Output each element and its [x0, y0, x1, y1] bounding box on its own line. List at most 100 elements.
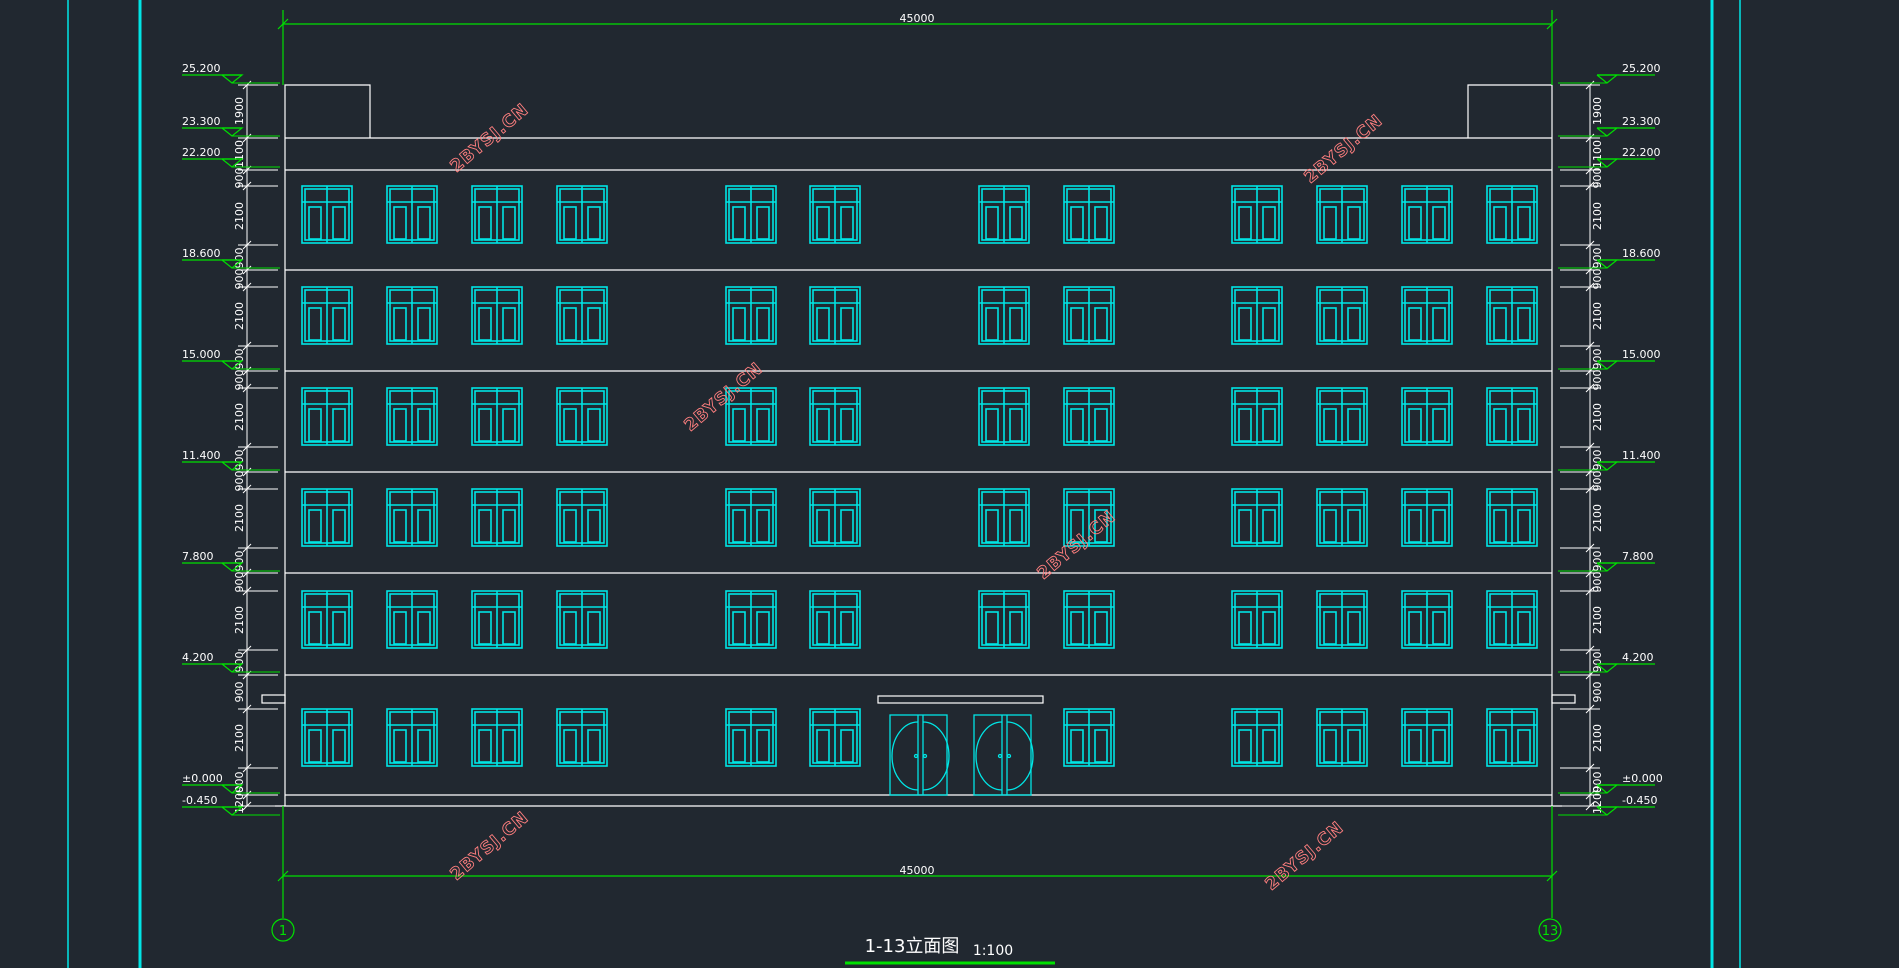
right-roof-structure [1467, 84, 1553, 138]
level-mark: 4.200 [1558, 651, 1655, 673]
level-mark: 15.000 [182, 348, 280, 370]
level-mark: 23.300 [1558, 115, 1661, 137]
window [1401, 488, 1453, 547]
window [386, 387, 438, 446]
window [725, 708, 777, 767]
segment-dimension: 900 [1591, 682, 1604, 703]
window [978, 387, 1030, 446]
window [471, 286, 523, 345]
window [1401, 387, 1453, 446]
level-mark: 7.800 [182, 550, 280, 572]
segment-dimension: 900 [233, 269, 246, 290]
level-mark: 25.200 [1558, 62, 1661, 84]
window [1401, 286, 1453, 345]
segment-dimension: 900 [1591, 572, 1604, 593]
window [1401, 708, 1453, 767]
window [386, 708, 438, 767]
window [471, 387, 523, 446]
window [556, 387, 608, 446]
window [301, 590, 353, 649]
segment-dimension: 2100 [233, 504, 246, 532]
window [556, 185, 608, 244]
window [386, 286, 438, 345]
window [1231, 387, 1283, 446]
window [301, 708, 353, 767]
window [556, 488, 608, 547]
level-label: 4.200 [1622, 651, 1654, 664]
level-mark: 15.000 [1558, 348, 1661, 370]
window [556, 286, 608, 345]
window [1231, 185, 1283, 244]
level-label: 22.200 [1622, 146, 1661, 159]
window [809, 387, 861, 446]
level-mark: 11.400 [182, 449, 280, 471]
segment-dimension: 2100 [233, 724, 246, 752]
segment-dimension: 2100 [1591, 504, 1604, 532]
window [1063, 708, 1115, 767]
door-right [973, 714, 1034, 796]
window [809, 590, 861, 649]
window [809, 286, 861, 345]
window [1063, 185, 1115, 244]
window [386, 590, 438, 649]
segment-dimension: 2100 [233, 202, 246, 230]
right-dimension-chain: 1900110090021009009002100900900210090090… [1560, 80, 1604, 814]
level-mark: 22.200 [182, 146, 280, 168]
window [301, 185, 353, 244]
level-mark: 11.400 [1558, 449, 1661, 471]
level-mark: -0.450 [182, 794, 280, 816]
window [809, 708, 861, 767]
overall-dimension-top: 45000 [900, 12, 935, 25]
overall-dimension-bottom: 45000 [900, 864, 935, 877]
watermark: 2BYSJ.CN [447, 808, 533, 885]
level-label: 7.800 [182, 550, 214, 563]
segment-dimension: 900 [233, 572, 246, 593]
level-mark: 4.200 [182, 651, 280, 673]
window [386, 185, 438, 244]
watermark: 2BYSJ.CN [681, 359, 767, 436]
level-mark: 18.600 [182, 247, 280, 269]
drawing-title: 1-13立面图 [865, 936, 960, 957]
segment-dimension: 1900 [1591, 97, 1604, 125]
level-label: 25.200 [1622, 62, 1661, 75]
segment-dimension: 900 [1591, 370, 1604, 391]
watermark: 2BYSJ.CN [1262, 818, 1348, 895]
window [1231, 708, 1283, 767]
grid-label-right: 13 [1542, 924, 1559, 939]
segment-dimension: 900 [1591, 248, 1604, 269]
window [725, 286, 777, 345]
window [1231, 590, 1283, 649]
window [1486, 286, 1538, 345]
segment-dimension: 1200 [1591, 786, 1604, 814]
building-outline [261, 84, 1576, 807]
window [301, 387, 353, 446]
level-label: 15.000 [182, 348, 221, 361]
window [809, 488, 861, 547]
left-level-marks: 25.200 23.300 22.200 18.600 15.000 11.400 7.80… [182, 62, 280, 816]
window [725, 185, 777, 244]
level-mark: 18.600 [1558, 247, 1661, 269]
level-label: 11.400 [1622, 449, 1661, 462]
window [1486, 185, 1538, 244]
segment-dimension: 900 [1591, 168, 1604, 189]
level-label: 25.200 [182, 62, 221, 75]
segment-dimension: 2100 [1591, 302, 1604, 330]
segment-dimension: 900 [233, 682, 246, 703]
window [1063, 590, 1115, 649]
level-label: 18.600 [1622, 247, 1661, 260]
segment-dimension: 900 [233, 168, 246, 189]
window [978, 590, 1030, 649]
window [978, 488, 1030, 547]
segment-dimension: 900 [1591, 269, 1604, 290]
segment-dimension: 2100 [233, 403, 246, 431]
window [809, 185, 861, 244]
grid-label-left: 1 [279, 924, 287, 939]
segment-dimension: 900 [1591, 450, 1604, 471]
left-canopy [261, 694, 286, 704]
watermark: 2BYSJ.CN [1034, 507, 1120, 584]
window [1316, 708, 1368, 767]
window [471, 708, 523, 767]
window [1486, 708, 1538, 767]
left-dimension-chain: 1900110090021009009002100900900210090090… [233, 80, 278, 814]
level-label: 11.400 [182, 449, 221, 462]
